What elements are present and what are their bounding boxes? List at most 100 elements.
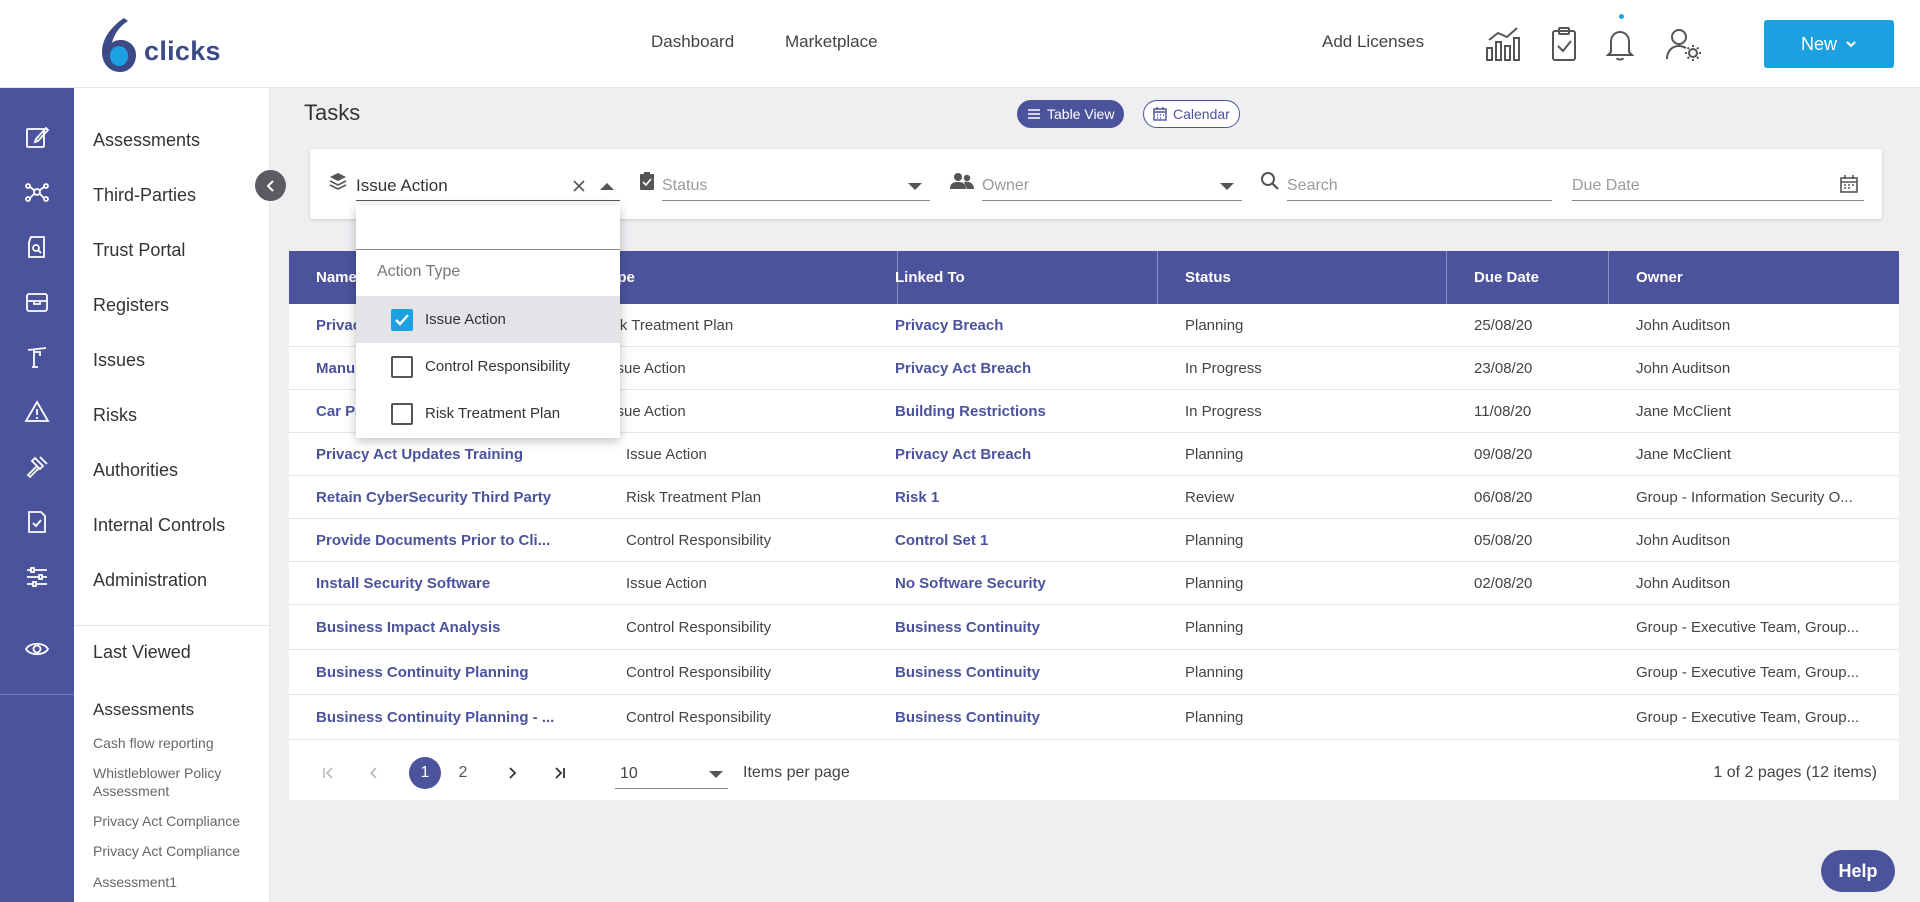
recent-item[interactable]: Cash flow reporting: [93, 734, 263, 752]
column-header-owner[interactable]: Owner: [1609, 251, 1899, 304]
chart-icon[interactable]: [1481, 22, 1525, 66]
recent-item[interactable]: Whistleblower Policy Assessment: [93, 764, 263, 800]
warning-icon[interactable]: [22, 397, 52, 427]
edit-icon[interactable]: [22, 122, 52, 152]
status-select[interactable]: Status: [662, 171, 930, 201]
cell-name[interactable]: Business Continuity Planning: [289, 650, 609, 695]
checkbox-icon[interactable]: [391, 355, 413, 378]
caret-up-icon[interactable]: [600, 183, 614, 190]
table-row[interactable]: Privacy Act Updates Training Issue Action…: [289, 433, 1899, 476]
cell-linked-to[interactable]: Privacy Act Breach: [868, 433, 1158, 476]
network-icon[interactable]: [22, 177, 52, 207]
dropdown-option[interactable]: Control Responsibility: [356, 343, 620, 390]
next-page-icon[interactable]: [497, 758, 527, 788]
cell-linked-to[interactable]: Risk 1: [868, 476, 1158, 519]
sidebar-item-trust-portal[interactable]: Trust Portal: [93, 240, 185, 261]
help-button[interactable]: Help: [1821, 850, 1895, 892]
cell-name[interactable]: Business Impact Analysis: [289, 605, 609, 650]
sidebar-item-assessments[interactable]: Assessments: [93, 130, 200, 151]
sidebar-item-risks[interactable]: Risks: [93, 405, 137, 426]
cell-name[interactable]: Business Continuity Planning - ...: [289, 695, 609, 740]
cell-linked-to[interactable]: Privacy Breach: [868, 304, 1158, 347]
sidebar-item-administration[interactable]: Administration: [93, 570, 207, 591]
cell-linked-to[interactable]: Building Restrictions: [868, 390, 1158, 433]
sidebar-item-third-parties[interactable]: Third-Parties: [93, 185, 196, 206]
first-page-icon[interactable]: [313, 758, 343, 788]
table-row[interactable]: Business Continuity Planning - ... Contro…: [289, 695, 1899, 740]
calendar-view-button[interactable]: Calendar: [1143, 100, 1240, 128]
column-header-type[interactable]: ype: [609, 251, 898, 304]
column-header-status[interactable]: Status: [1158, 251, 1447, 304]
column-header-due-date[interactable]: Due Date: [1447, 251, 1609, 304]
cell-linked-to[interactable]: Control Set 1: [868, 519, 1158, 562]
table-row[interactable]: Provide Documents Prior to Cli... Control…: [289, 519, 1899, 562]
cell-name[interactable]: Retain CyberSecurity Third Party: [289, 476, 609, 519]
cell-due-date: 05/08/20: [1474, 532, 1533, 549]
rail-divider: [0, 694, 74, 695]
nav-dashboard[interactable]: Dashboard: [651, 32, 734, 52]
owner-select[interactable]: Owner: [982, 171, 1242, 201]
cell-type: Control Responsibility: [626, 709, 772, 726]
sidebar-item-authorities[interactable]: Authorities: [93, 460, 178, 481]
logo[interactable]: clicks: [98, 16, 228, 74]
portal-icon[interactable]: [22, 232, 52, 262]
search-input[interactable]: Search: [1287, 171, 1552, 201]
sidebar-item-internal-controls[interactable]: Internal Controls: [93, 515, 225, 536]
checkbox-checked-icon[interactable]: [391, 308, 413, 331]
user-settings-icon[interactable]: [1662, 22, 1706, 66]
bell-icon[interactable]: [1598, 22, 1642, 66]
sidebar-item-registers[interactable]: Registers: [93, 295, 169, 316]
recent-item[interactable]: Privacy Act Compliance: [93, 812, 263, 830]
cell-linked-to[interactable]: Privacy Act Breach: [868, 347, 1158, 390]
sliders-icon[interactable]: [22, 562, 52, 592]
recent-item[interactable]: Assessment1: [93, 873, 263, 891]
add-licenses-link[interactable]: Add Licenses: [1322, 32, 1424, 52]
column-header-linked-to[interactable]: Linked To: [868, 251, 1158, 304]
cell-linked-to[interactable]: Business Continuity: [868, 605, 1158, 650]
table-row[interactable]: Business Impact Analysis Control Responsi…: [289, 605, 1899, 650]
search-icon: [1258, 169, 1282, 193]
cell-linked-to[interactable]: Business Continuity: [868, 650, 1158, 695]
last-page-icon[interactable]: [545, 758, 575, 788]
dropdown-option[interactable]: Risk Treatment Plan: [356, 390, 620, 437]
new-button[interactable]: New: [1764, 20, 1894, 68]
page-2-button[interactable]: 2: [448, 758, 478, 788]
notification-dot: [1619, 14, 1624, 19]
clear-icon[interactable]: [572, 179, 586, 193]
table-row[interactable]: Retain CyberSecurity Third Party Risk Tre…: [289, 476, 1899, 519]
issues-icon[interactable]: [22, 342, 52, 372]
cell-due-date: 02/08/20: [1474, 575, 1533, 592]
dropdown-option[interactable]: Issue Action: [356, 296, 620, 343]
gavel-icon[interactable]: [22, 452, 52, 482]
cell-name[interactable]: Provide Documents Prior to Cli...: [289, 519, 609, 562]
cell-linked-to[interactable]: No Software Security: [868, 562, 1158, 605]
due-date-input[interactable]: Due Date: [1572, 171, 1864, 201]
recent-item[interactable]: Privacy Act Compliance: [93, 842, 263, 860]
eye-icon[interactable]: [22, 634, 52, 664]
page-1-button[interactable]: 1: [409, 757, 441, 789]
sidebar-item-issues[interactable]: Issues: [93, 350, 145, 371]
items-per-page-select[interactable]: 10: [615, 760, 728, 789]
table-view-button[interactable]: Table View: [1017, 100, 1125, 128]
prev-page-icon[interactable]: [359, 758, 389, 788]
collapse-sidebar-button[interactable]: [255, 170, 286, 201]
table-row[interactable]: Install Security Software Issue Action No …: [289, 562, 1899, 605]
dropdown-search-input[interactable]: [356, 205, 620, 250]
caret-down-icon: [908, 183, 922, 190]
register-icon[interactable]: [22, 287, 52, 317]
cell-status: Planning: [1185, 317, 1244, 334]
document-check-icon[interactable]: [22, 507, 52, 537]
nav-marketplace[interactable]: Marketplace: [785, 32, 878, 52]
clipboard-check-icon[interactable]: [1542, 22, 1586, 66]
calendar-icon[interactable]: [1840, 175, 1858, 193]
action-type-select[interactable]: Issue Action: [356, 171, 620, 201]
table-row[interactable]: Business Continuity Planning Control Resp…: [289, 650, 1899, 695]
icon-rail: [0, 88, 74, 902]
cell-status: Planning: [1185, 532, 1244, 549]
cell-name[interactable]: Install Security Software: [289, 562, 609, 605]
checkbox-icon[interactable]: [391, 402, 413, 425]
search-placeholder: Search: [1287, 176, 1338, 194]
cell-name[interactable]: Privacy Act Updates Training: [289, 433, 609, 476]
cell-linked-to[interactable]: Business Continuity: [868, 695, 1158, 740]
status-placeholder: Status: [662, 176, 708, 194]
